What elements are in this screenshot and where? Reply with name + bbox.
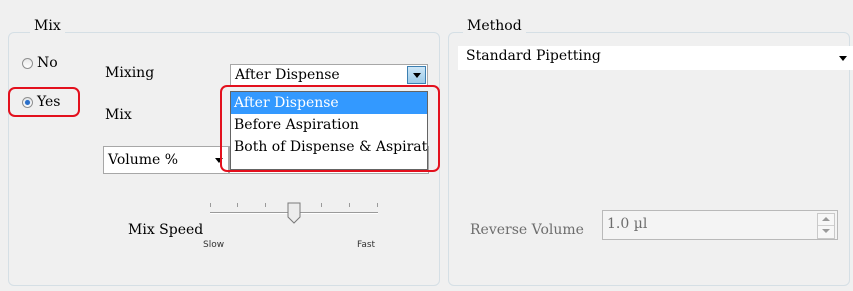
- mix-speed-label: Mix Speed: [128, 222, 204, 238]
- radio-no-dot[interactable]: [22, 57, 33, 69]
- reverse-volume-value: 1.0 µl: [607, 216, 648, 232]
- reverse-volume-label: Reverse Volume: [470, 222, 584, 238]
- chevron-down-icon: [412, 72, 421, 78]
- speed-slow-label: Slow: [203, 240, 225, 250]
- method-combo[interactable]: Standard Pipetting: [458, 46, 853, 70]
- method-dropdown-arrow[interactable]: [839, 56, 847, 61]
- mixing-label: Mixing: [105, 65, 155, 81]
- slider-tick: [377, 203, 378, 207]
- mixing-combo[interactable]: After Dispense: [230, 64, 428, 86]
- slider-tick: [349, 203, 350, 207]
- slider-thumb[interactable]: [287, 202, 301, 224]
- mix-group-legend: Mix: [30, 18, 65, 34]
- spin-down-icon[interactable]: [822, 229, 830, 233]
- volume-combo-value: Volume %: [108, 152, 179, 168]
- slider-tick: [210, 203, 211, 207]
- volume-combo[interactable]: Volume %: [103, 146, 229, 174]
- chevron-down-icon: [839, 56, 847, 61]
- slider-tick: [237, 203, 238, 207]
- spin-divider: [818, 225, 834, 226]
- highlight-yes: [8, 87, 80, 117]
- mixing-dropdown-button[interactable]: [407, 66, 426, 84]
- spinner-buttons[interactable]: [817, 213, 835, 239]
- reverse-volume-spinner[interactable]: 1.0 µl: [602, 210, 838, 240]
- method-group-legend: Method: [463, 18, 526, 34]
- slider-tick: [265, 203, 266, 207]
- spin-up-icon[interactable]: [822, 217, 830, 221]
- method-combo-value: Standard Pipetting: [466, 48, 601, 64]
- radio-no-label: No: [37, 55, 58, 71]
- mixing-combo-value: After Dispense: [235, 67, 340, 83]
- radio-no[interactable]: No: [22, 55, 58, 71]
- slider-tick: [321, 203, 322, 207]
- method-group: [448, 32, 850, 286]
- speed-slider[interactable]: [210, 200, 378, 234]
- highlight-dropdown: [220, 85, 440, 172]
- speed-fast-label: Fast: [357, 240, 376, 250]
- mix-label: Mix: [105, 107, 132, 123]
